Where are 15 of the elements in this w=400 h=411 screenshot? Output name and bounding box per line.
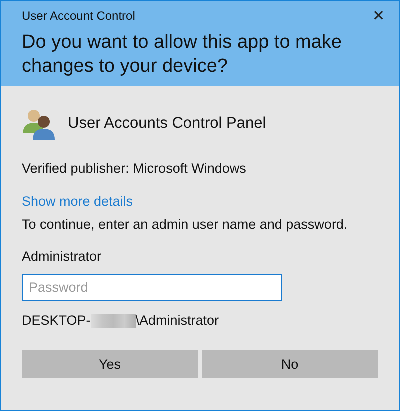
account-name-text: \Administrator	[136, 313, 220, 328]
users-icon	[22, 107, 56, 141]
question-text: Do you want to allow this app to make changes to your device?	[22, 31, 344, 79]
publisher-text: Verified publisher: Microsoft Windows	[22, 161, 246, 176]
close-button[interactable]: ✕	[359, 1, 399, 31]
redacted-mark	[90, 314, 136, 328]
machine-name-text: DESKTOP-	[22, 313, 91, 328]
window-title: User Account Control	[22, 9, 136, 23]
dialog-button[interactable]: No	[202, 350, 378, 378]
password-field[interactable]: Password	[22, 274, 282, 301]
dialog-button[interactable]: Yes	[22, 350, 198, 378]
instruction-text: To continue, enter an admin user name and password.	[22, 217, 348, 232]
username-label: Administrator	[22, 249, 102, 264]
show-details-link[interactable]: Show more details	[22, 194, 134, 209]
program-name: User Accounts Control Panel	[68, 115, 266, 133]
